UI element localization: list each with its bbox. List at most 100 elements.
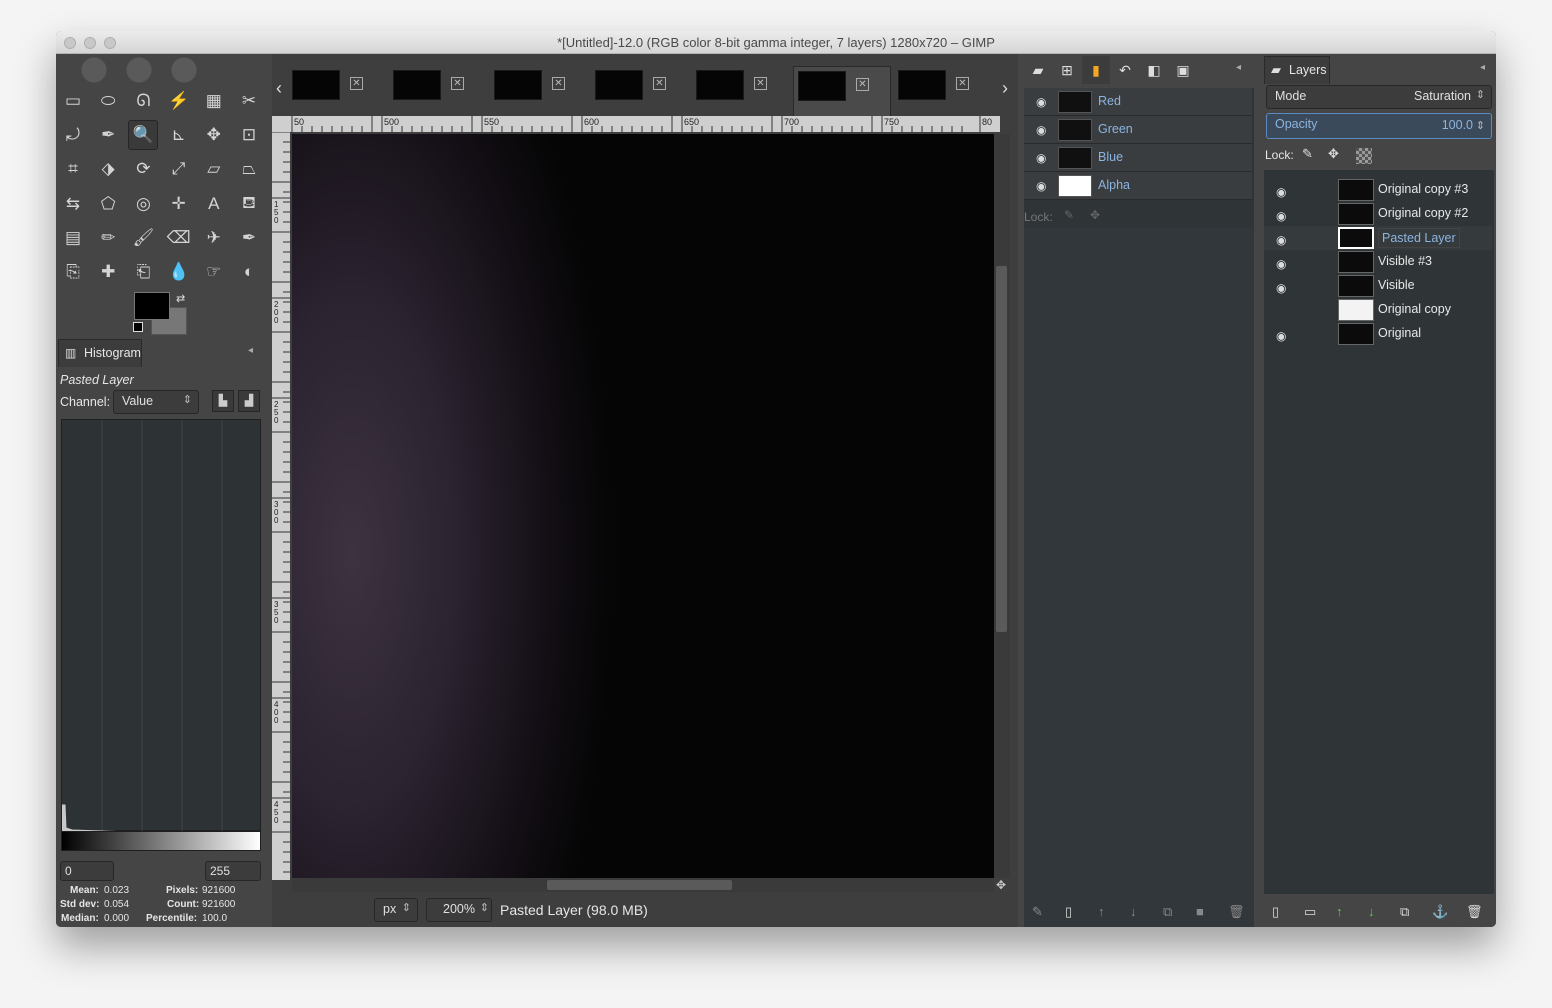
dock-menu-icon[interactable]: ◂ <box>1236 62 1241 73</box>
heal-icon[interactable]: ✚ <box>93 257 123 287</box>
cage-icon[interactable]: ⬠ <box>93 189 123 219</box>
airbrush-icon[interactable]: ✈ <box>199 223 229 253</box>
close-tab-icon[interactable]: ✕ <box>552 77 565 90</box>
gradient-icon[interactable]: ▤ <box>58 223 88 253</box>
lock-position-icon[interactable]: ✥ <box>1328 146 1339 162</box>
channel-row[interactable]: ◉ Red <box>1024 88 1252 116</box>
visibility-eye-icon[interactable]: ◉ <box>1036 179 1046 193</box>
new-layer-group-icon[interactable]: ▭ <box>1304 904 1316 920</box>
smudge-icon[interactable]: ☞ <box>199 257 229 287</box>
visibility-eye-icon[interactable]: ◉ <box>1276 257 1286 271</box>
layer-row[interactable]: ◉ Visible #3 <box>1264 250 1492 274</box>
delete-channel-icon[interactable]: 🗑 <box>1228 904 1245 920</box>
mode-select[interactable]: Mode Saturation ⇕ <box>1266 85 1492 109</box>
ellipse-select-icon[interactable]: ⬭ <box>93 86 123 116</box>
layer-row[interactable]: ◉ Original <box>1264 322 1492 346</box>
raise-channel-icon[interactable]: ↑ <box>1098 904 1105 919</box>
default-colors-icon[interactable] <box>133 322 143 332</box>
histogram-plot[interactable] <box>61 419 261 833</box>
layers-tab-icon[interactable]: ▰ <box>1024 56 1052 84</box>
close-tab-icon[interactable]: ✕ <box>956 77 969 90</box>
select-by-color-icon[interactable]: ▦ <box>199 86 229 116</box>
vertical-ruler[interactable]: 150200250300350400450 <box>272 131 290 880</box>
close-tab-icon[interactable]: ✕ <box>653 77 666 90</box>
paths-icon[interactable]: ⤾ <box>58 120 88 150</box>
foreground-color[interactable] <box>134 292 170 320</box>
image-tab[interactable]: ✕ <box>793 66 891 116</box>
horizontal-scrollbar[interactable] <box>292 878 994 892</box>
layer-row[interactable]: ◉ Original copy #3 <box>1264 178 1492 202</box>
vertical-scrollbar[interactable] <box>994 134 1010 878</box>
channels-tab-icon[interactable]: ⊞ <box>1053 56 1081 84</box>
raise-layer-icon[interactable]: ↑ <box>1336 904 1343 919</box>
tabs-scroll-left-icon[interactable]: ‹ <box>276 78 282 99</box>
tab-histogram[interactable]: ▥ Histogram <box>58 339 142 367</box>
new-channel-icon[interactable]: ▯ <box>1065 904 1072 920</box>
image-tab[interactable]: ✕ <box>490 66 588 116</box>
ink-icon[interactable]: ✒ <box>234 223 264 253</box>
perspective-icon[interactable]: ⏢ <box>234 154 264 184</box>
visibility-eye-icon[interactable]: ◉ <box>1276 281 1286 295</box>
undo-history-tab-icon[interactable]: ↶ <box>1111 56 1139 84</box>
move-icon[interactable]: ✥ <box>199 120 229 150</box>
anchor-layer-icon[interactable]: ⚓ <box>1432 904 1448 920</box>
handle-transform-icon[interactable]: ✛ <box>164 189 194 219</box>
clone-icon[interactable]: ⎘ <box>58 257 88 287</box>
channel-to-selection-icon[interactable]: ■ <box>1196 904 1204 919</box>
close-tab-icon[interactable]: ✕ <box>451 77 464 90</box>
visibility-eye-icon[interactable]: ◉ <box>1276 233 1286 247</box>
lock-pixels-icon[interactable]: ✎ <box>1302 146 1313 162</box>
visibility-eye-icon[interactable]: ◉ <box>1276 209 1286 223</box>
layer-row[interactable]: ◉ Visible <box>1264 274 1492 298</box>
paintbrush-icon[interactable]: 🖌 <box>128 223 158 253</box>
zoom-icon[interactable]: 🔍 <box>128 120 159 151</box>
unified-transform-icon[interactable]: ⬗ <box>93 154 123 184</box>
measure-icon[interactable]: ⊾ <box>164 120 194 150</box>
layer-row[interactable]: ◉ Original copy #2 <box>1264 202 1492 226</box>
lower-layer-icon[interactable]: ↓ <box>1368 904 1375 919</box>
channel-row[interactable]: ◉ Blue <box>1024 144 1252 172</box>
unit-select[interactable]: px ⇕ <box>374 898 418 922</box>
dodge-icon[interactable]: ◐ <box>234 257 264 287</box>
channel-select[interactable]: Value ⇕ <box>113 390 199 414</box>
free-select-icon[interactable]: ᘏ <box>128 86 158 116</box>
image-tab[interactable]: ✕ <box>894 66 992 116</box>
tab-layers[interactable]: ▰ Layers <box>1264 56 1330 84</box>
swap-colors-icon[interactable]: ⇄ <box>176 292 185 305</box>
range-min-input[interactable]: 0 <box>60 861 114 881</box>
visibility-eye-icon[interactable]: ◉ <box>1036 123 1046 137</box>
shear-icon[interactable]: ▱ <box>199 154 229 184</box>
dock-menu-icon[interactable]: ◂ <box>248 345 253 356</box>
visibility-eye-icon[interactable]: ◉ <box>1036 95 1046 109</box>
scissors-icon[interactable]: ✂ <box>234 86 264 116</box>
fuzzy-select-icon[interactable]: ⚡ <box>164 86 194 116</box>
image-tab[interactable]: ✕ <box>591 66 689 116</box>
text-icon[interactable]: A <box>199 189 229 219</box>
visibility-eye-icon[interactable]: ◉ <box>1036 151 1046 165</box>
visibility-eye-icon[interactable]: ◉ <box>1276 329 1286 343</box>
scale-icon[interactable]: ⤢ <box>164 154 194 184</box>
linear-histogram-button[interactable]: ▙ <box>212 390 234 412</box>
close-tab-icon[interactable]: ✕ <box>350 77 363 90</box>
navigate-icon[interactable]: ✥ <box>996 878 1006 892</box>
palettes-tab-icon[interactable]: ▮ <box>1082 56 1110 84</box>
lock-pixels-icon[interactable]: ✎ <box>1064 208 1074 222</box>
histogram-gradient-bar[interactable] <box>61 831 261 851</box>
tabs-scroll-right-icon[interactable]: › <box>1002 78 1008 99</box>
duplicate-channel-icon[interactable]: ⧉ <box>1163 904 1172 920</box>
align-icon[interactable]: ⊡ <box>234 120 264 150</box>
close-tab-icon[interactable]: ✕ <box>754 77 767 90</box>
new-layer-icon[interactable]: ▯ <box>1272 904 1279 920</box>
image-tab[interactable]: ✕ <box>389 66 487 116</box>
range-max-input[interactable]: 255 <box>205 861 261 881</box>
lock-alpha-icon[interactable] <box>1356 148 1372 164</box>
horizontal-ruler[interactable]: 50 500 550 600 650 700 750 80 <box>272 116 1000 132</box>
lower-channel-icon[interactable]: ↓ <box>1130 904 1137 919</box>
warp-icon[interactable]: ◎ <box>128 189 158 219</box>
zoom-select[interactable]: 200% ⇕ <box>426 898 492 922</box>
image-tab[interactable]: ✕ <box>288 66 386 116</box>
lock-position-icon[interactable]: ✥ <box>1090 208 1100 222</box>
perspective-clone-icon[interactable]: ⎗ <box>128 257 158 287</box>
brushes-tab-icon[interactable]: ◧ <box>1140 56 1168 84</box>
layer-row[interactable]: ◉ Pasted Layer <box>1264 226 1492 250</box>
